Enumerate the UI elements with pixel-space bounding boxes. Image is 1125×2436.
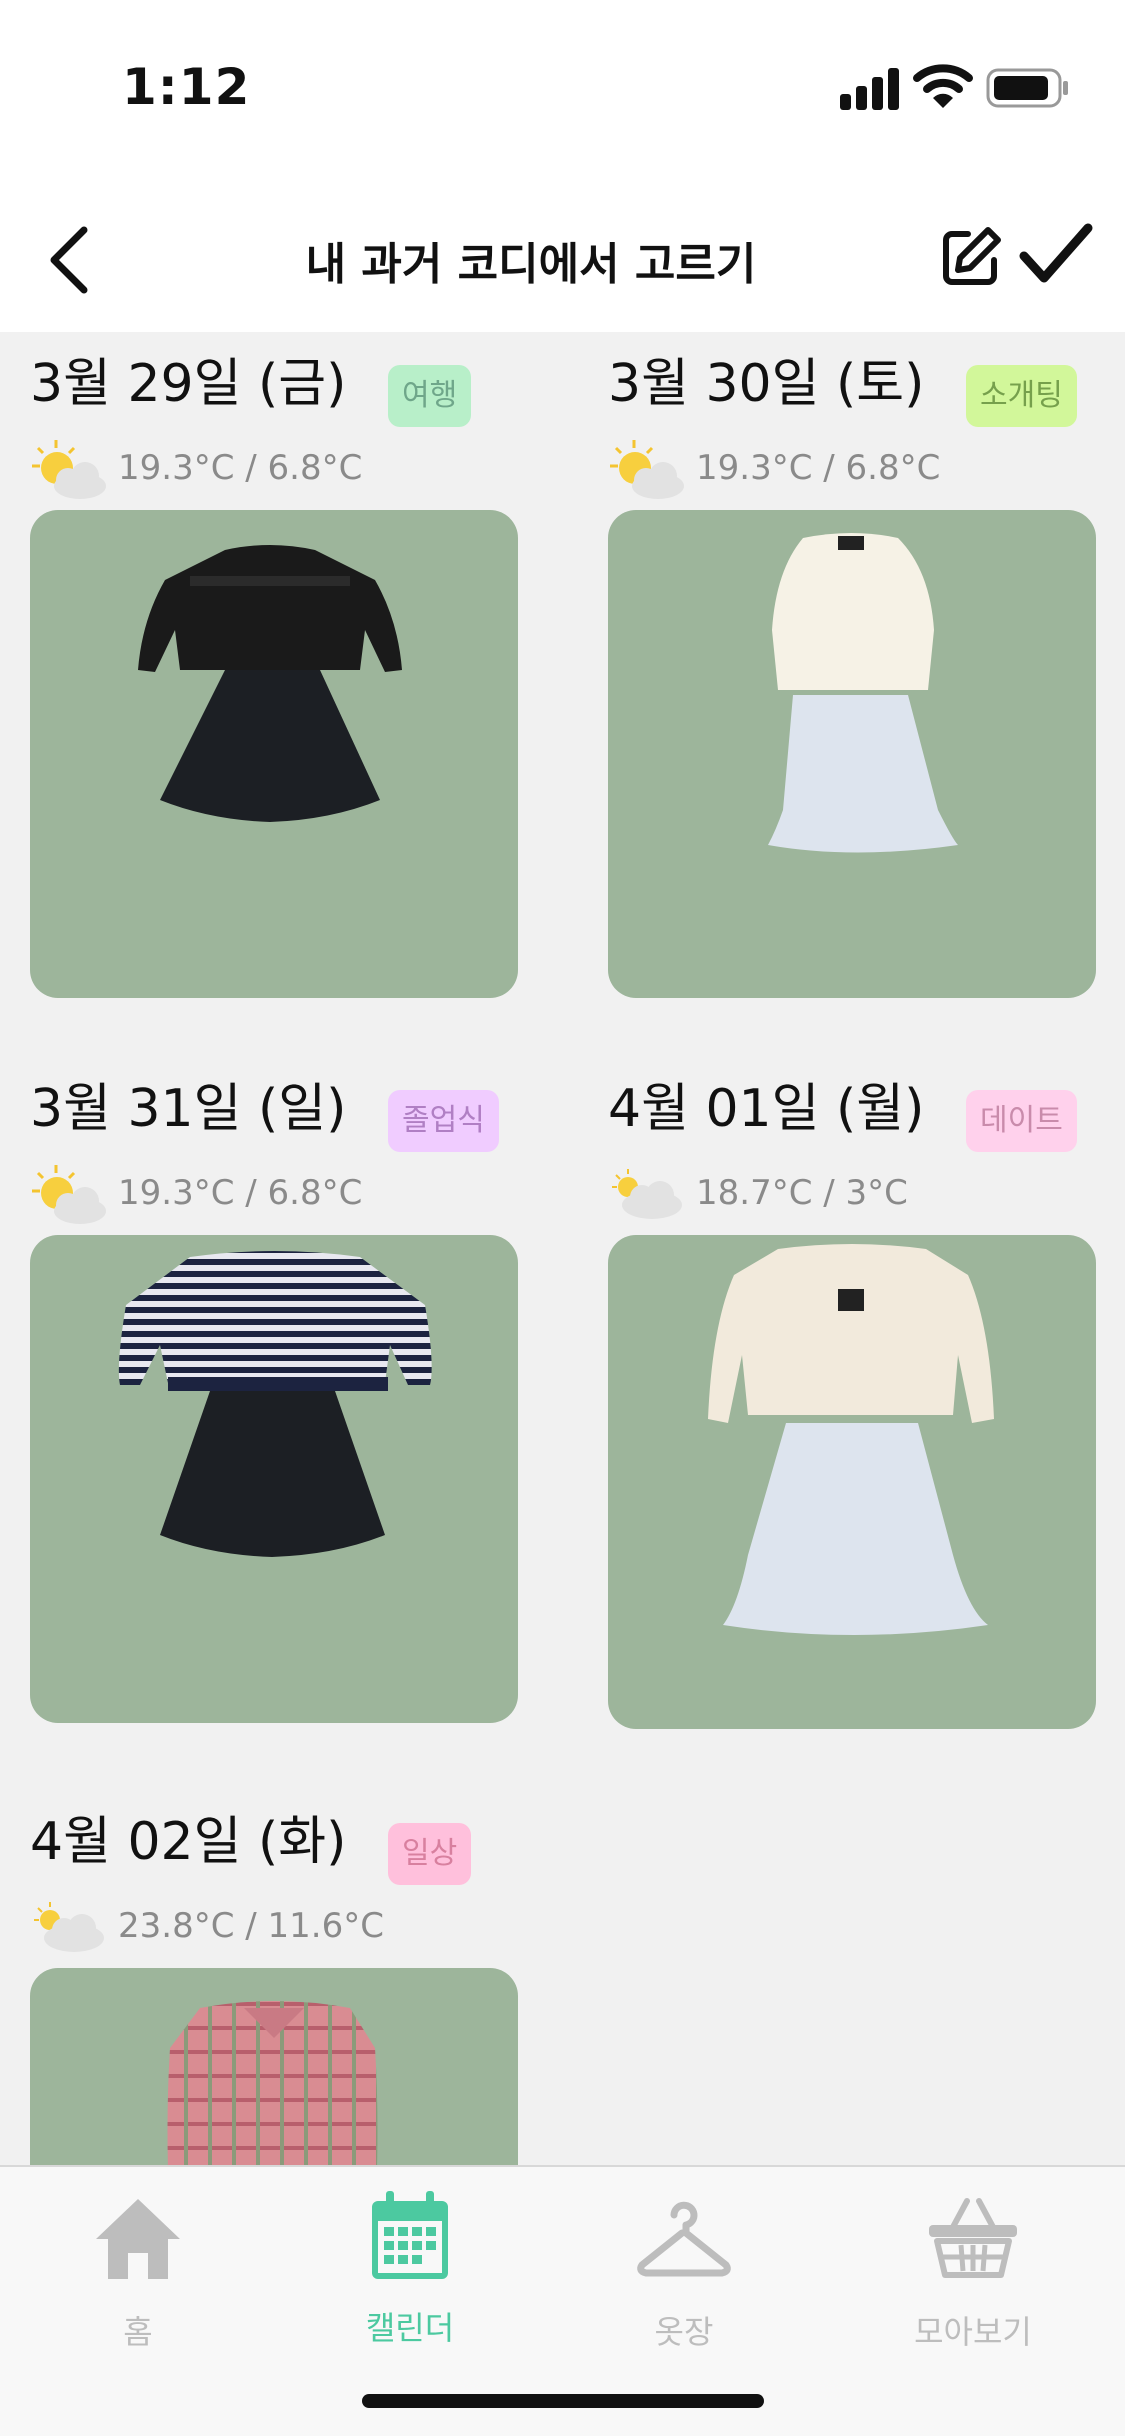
temperature-range: 18.7°C / 3°C: [696, 1173, 908, 1213]
outfit-card[interactable]: 4월 01일 (월) 데이트 18.7°C / 3°C: [608, 1057, 1096, 1729]
outfit-grid: 3월 29일 (금) 여행 19.3°C / 6.8°C 3월 30일 (토) …: [0, 332, 1125, 2165]
tab-calendar-label: 캘린더: [365, 2309, 455, 2347]
temperature-range: 23.8°C / 11.6°C: [118, 1906, 384, 1946]
occasion-tag: 졸업식: [388, 1090, 499, 1152]
home-indicator[interactable]: [362, 2394, 764, 2408]
status-time: 1:12: [122, 58, 251, 116]
home-icon: [96, 2199, 180, 2279]
signal-icon: [840, 66, 900, 110]
occasion-tag: 소개팅: [966, 365, 1077, 427]
wifi-icon: [913, 64, 973, 108]
occasion-tag: 여행: [388, 365, 472, 427]
card-date: 4월 02일 (화): [30, 1812, 347, 1872]
card-date: 4월 01일 (월): [608, 1079, 925, 1139]
outfit-card[interactable]: 3월 29일 (금) 여행 19.3°C / 6.8°C: [30, 332, 518, 1002]
occasion-tag: 데이트: [966, 1090, 1077, 1152]
weather-row: 19.3°C / 6.8°C: [30, 436, 518, 500]
status-bar: 1:12: [0, 0, 1125, 150]
navigation-header: 내 과거 코디에서 고르기: [0, 190, 1125, 330]
tab-closet[interactable]: 옷장: [584, 2187, 784, 2387]
basket-icon: [929, 2198, 1017, 2278]
weather-row: 19.3°C / 6.8°C: [30, 1161, 518, 1225]
tab-home[interactable]: 홈: [38, 2187, 238, 2387]
card-date: 3월 30일 (토): [608, 354, 925, 414]
tab-closet-label: 옷장: [654, 2313, 714, 2351]
outfit-card[interactable]: 4월 02일 (화) 일상 23.8°C / 11.6°C: [30, 1790, 518, 2165]
tab-collection[interactable]: 모아보기: [873, 2187, 1073, 2387]
cloud-sun-small-icon: [612, 1169, 682, 1219]
tab-collection-label: 모아보기: [914, 2313, 1032, 2351]
outfit-photo[interactable]: [30, 1235, 518, 1723]
outfit-photo[interactable]: [608, 510, 1096, 998]
tab-calendar[interactable]: 캘린더: [310, 2187, 510, 2387]
cloud-sun-small-icon: [34, 1902, 104, 1952]
hanger-icon: [637, 2201, 731, 2277]
temperature-range: 19.3°C / 6.8°C: [118, 448, 363, 488]
outfit-photo[interactable]: [608, 1235, 1096, 1729]
tab-home-label: 홈: [123, 2313, 153, 2351]
temperature-range: 19.3°C / 6.8°C: [696, 448, 941, 488]
page-title: 내 과거 코디에서 고르기: [305, 239, 757, 290]
outfit-image: [708, 1244, 994, 1635]
weather-row: 23.8°C / 11.6°C: [30, 1894, 518, 1958]
card-date: 3월 31일 (일): [30, 1079, 347, 1139]
outfit-image: [138, 545, 402, 822]
calendar-icon: [372, 2191, 448, 2279]
outfit-card[interactable]: 3월 31일 (일) 졸업식 19.3°C / 6.8°C: [30, 1057, 518, 1727]
sun-cloud-icon: [32, 440, 106, 499]
weather-row: 18.7°C / 3°C: [608, 1161, 1096, 1225]
outfit-photo[interactable]: [30, 510, 518, 998]
confirm-check-icon[interactable]: [1018, 220, 1094, 290]
sun-cloud-icon: [610, 440, 684, 499]
outfit-image: [167, 2001, 378, 2165]
temperature-range: 19.3°C / 6.8°C: [118, 1173, 363, 1213]
edit-icon[interactable]: [938, 224, 1004, 290]
outfit-image: [768, 533, 958, 853]
battery-icon: [986, 68, 1068, 108]
card-date: 3월 29일 (금): [30, 354, 347, 414]
occasion-tag: 일상: [388, 1823, 472, 1885]
outfit-photo[interactable]: [30, 1968, 518, 2165]
outfit-card[interactable]: 3월 30일 (토) 소개팅 19.3°C / 6.8°C: [608, 332, 1096, 1002]
weather-row: 19.3°C / 6.8°C: [608, 436, 1096, 500]
outfit-image: [118, 1251, 432, 1557]
sun-cloud-icon: [32, 1165, 106, 1224]
